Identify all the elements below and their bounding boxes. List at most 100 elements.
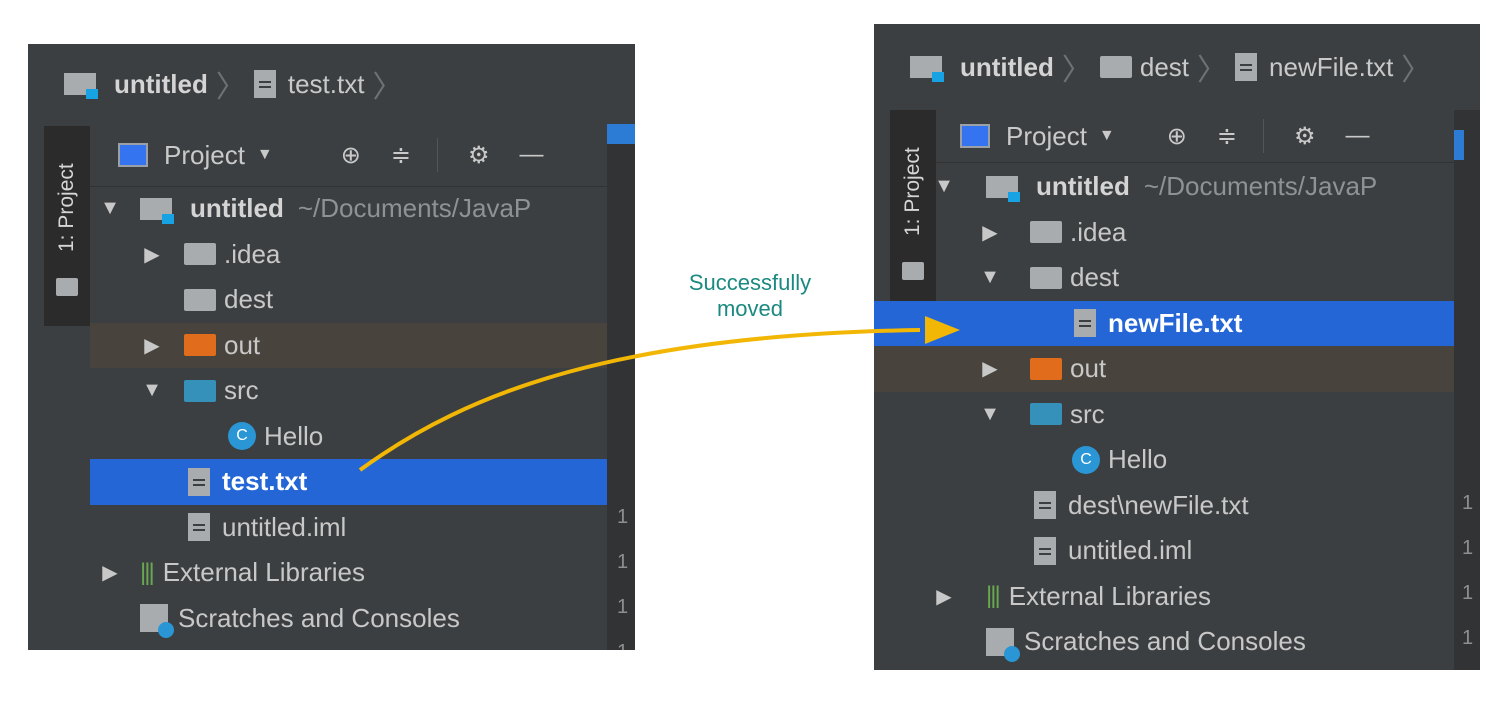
expanded-arrow-icon: ▼ [142,379,162,402]
scratch-icon [140,604,174,639]
view-selector[interactable]: Project ▼ [960,121,1115,152]
hide-icon[interactable]: — [1346,122,1370,150]
folder-icon [902,262,924,280]
locate-icon[interactable]: ⊕ [341,141,361,170]
folder-icon [1030,266,1062,289]
tree-item-external-libraries[interactable]: ▶ ||| External Libraries [936,574,1480,620]
text-file-icon [1074,309,1096,338]
project-panel-after: untitled 〉 dest 〉 newFile.txt 〉 1: Proje… [874,24,1480,670]
module-icon [986,175,1020,202]
caret-down-icon: ▼ [1098,127,1115,144]
breadcrumb-item-untitled[interactable]: untitled [64,69,208,100]
folder-icon [184,243,216,266]
collapsed-arrow-icon: ▶ [144,334,160,357]
tree-item-src[interactable]: ▼ src [90,368,610,414]
tree-item-dest[interactable]: ▼ dest [936,255,1480,301]
text-file-icon [188,467,210,496]
breadcrumb-item-file[interactable]: test.txt [253,69,364,100]
module-icon [64,73,98,99]
class-icon: C [1072,445,1100,474]
tree-item-out[interactable]: ▶ out [90,322,610,368]
text-file-icon [1235,53,1258,81]
project-tool-window: Project ▼ ⊕ ≑ ⚙ — ▼ untitled ~/Documents… [90,124,610,650]
folder-icon [184,288,216,311]
module-file-icon [188,513,210,542]
collapsed-arrow-icon: ▶ [936,585,952,608]
gear-icon[interactable]: ⚙ [1294,122,1316,151]
tree-item-root[interactable]: ▼ untitled ~/Documents/JavaP [90,186,610,232]
editor-tab-strip [607,124,635,144]
breadcrumb-item-file[interactable]: newFile.txt [1235,52,1393,83]
tree-item-idea[interactable]: ▶ .idea [90,232,610,278]
chevron-right-icon: 〉 [372,71,403,104]
tree-item-test-txt[interactable]: test.txt [90,459,610,505]
chevron-right-icon: 〉 [1401,54,1432,87]
editor-gutter: 1 1 1 1 [607,124,635,650]
expanded-arrow-icon: ▼ [934,175,954,198]
tree-item-src[interactable]: ▼ src [936,392,1480,438]
project-view-icon [118,143,148,167]
project-view-icon [960,124,990,148]
breadcrumb-item-untitled[interactable]: untitled [910,52,1054,83]
project-toolbar: Project ▼ ⊕ ≑ ⚙ — [90,124,610,187]
project-tree: ▼ untitled ~/Documents/JavaP ▶ .idea des… [90,186,610,641]
collapsed-arrow-icon: ▶ [144,243,160,266]
project-tool-window: Project ▼ ⊕ ≑ ⚙ — ▼ untitled ~/Documents… [874,110,1480,670]
locate-icon[interactable]: ⊕ [1167,122,1187,151]
tree-item-external-libraries[interactable]: ▶ ||| External Libraries [90,550,610,596]
tree-item-newfile-txt[interactable]: newFile.txt [874,300,1480,346]
text-file-icon [253,70,276,98]
project-tree: ▼ untitled ~/Documents/JavaP ▶ .idea ▼ d… [874,164,1480,665]
chevron-right-icon: 〉 [1061,54,1092,87]
collapsed-arrow-icon: ▶ [982,358,998,381]
library-icon: ||| [140,558,155,586]
tree-item-out[interactable]: ▶ out [874,346,1480,392]
tree-item-iml[interactable]: untitled.iml [936,528,1480,574]
tool-window-stripe: 1: Project [44,126,90,326]
module-icon [910,56,944,82]
move-annotation: Successfully moved [650,270,850,322]
chevron-right-icon: 〉 [215,71,246,104]
tree-item-iml[interactable]: untitled.iml [90,505,610,551]
tree-item-dest[interactable]: dest [90,277,610,323]
source-folder-icon [1030,403,1062,426]
breadcrumb: untitled 〉 test.txt 〉 [28,44,635,124]
collapse-all-icon[interactable]: ≑ [391,141,411,170]
view-selector[interactable]: Project ▼ [118,140,273,171]
tree-item-scratches[interactable]: Scratches and Consoles [90,596,610,642]
tree-item-root[interactable]: ▼ untitled ~/Documents/JavaP [934,164,1480,210]
editor-tab-strip [1454,130,1464,160]
tree-item-hello[interactable]: C Hello [936,437,1480,483]
tree-item-idea[interactable]: ▶ .idea [936,210,1480,256]
expanded-arrow-icon: ▼ [980,266,1000,289]
stripe-button-project[interactable]: 1: Project [50,146,84,270]
tree-item-hello[interactable]: C Hello [90,414,610,460]
excluded-folder-icon [1030,357,1062,380]
folder-icon [56,278,78,296]
expanded-arrow-icon: ▼ [100,197,120,220]
tree-item-scratches[interactable]: Scratches and Consoles [936,619,1480,665]
hide-icon[interactable]: — [520,141,544,169]
gear-icon[interactable]: ⚙ [468,141,490,170]
folder-icon [1030,221,1062,244]
module-file-icon [1034,536,1056,565]
editor-gutter: 1 1 1 1 1 [1454,110,1480,670]
stripe-button-project[interactable]: 1: Project [896,130,930,254]
excluded-folder-icon [184,334,216,357]
collapsed-arrow-icon: ▶ [102,562,118,585]
folder-icon [1099,56,1132,78]
tree-item-dest-newfile[interactable]: dest\newFile.txt [936,483,1480,529]
module-icon [140,197,174,224]
breadcrumb: untitled 〉 dest 〉 newFile.txt 〉 [874,24,1480,110]
text-file-icon [1034,491,1056,520]
chevron-right-icon: 〉 [1197,54,1228,87]
toolbar-divider [1262,119,1264,153]
scratch-icon [986,627,1020,662]
tool-window-stripe: 1: Project [890,110,936,314]
collapse-all-icon[interactable]: ≑ [1217,122,1237,151]
source-folder-icon [184,379,216,402]
annotation-line-2: moved [716,296,784,321]
class-icon: C [228,422,256,451]
collapsed-arrow-icon: ▶ [982,221,998,244]
breadcrumb-item-dest[interactable]: dest [1099,52,1189,83]
